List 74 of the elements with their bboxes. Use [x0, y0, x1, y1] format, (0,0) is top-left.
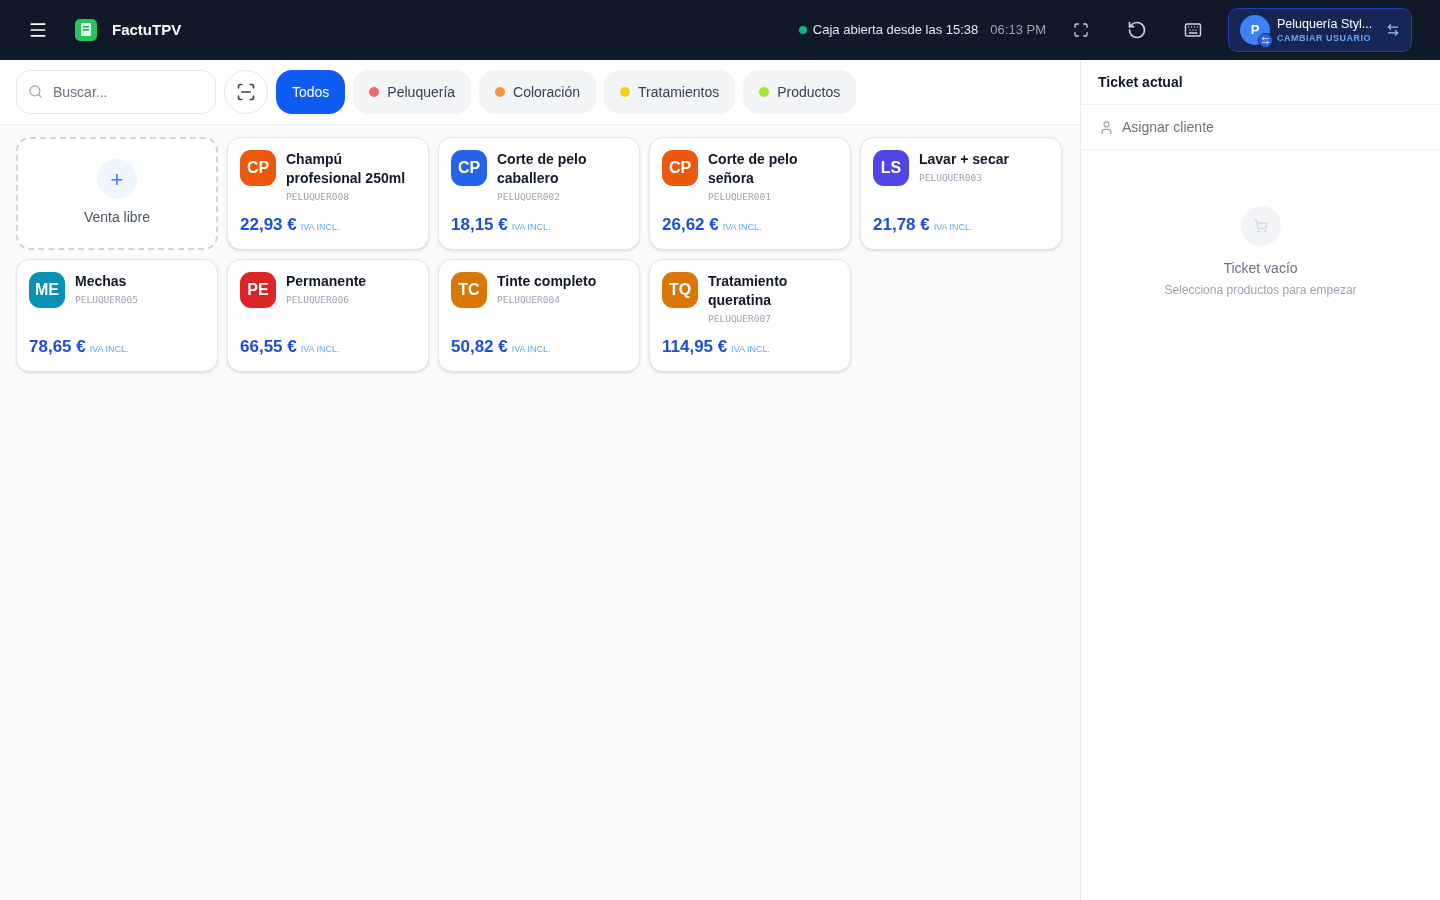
product-avatar: CP [451, 150, 487, 186]
product-code: PELUQUER003 [919, 171, 983, 185]
product-code: PELUQUER008 [286, 190, 350, 204]
product-price: 114,95 € [662, 335, 728, 358]
product-card[interactable]: CP Corte de pelo señora PELUQUER001 26,62 € IVA INCL. [649, 137, 851, 250]
empty-ticket-hint: Selecciona productos para empezar [1164, 282, 1357, 299]
empty-ticket-title: Ticket vacío [1223, 259, 1298, 278]
search-icon [28, 84, 43, 99]
product-card[interactable]: TQ Tratamiento queratina PELUQUER007 114,95 € IVA INCL. [649, 259, 851, 372]
product-name: Mechas [75, 272, 128, 291]
cart-icon [1240, 206, 1281, 246]
app-name: FactuTPV [112, 19, 182, 40]
product-price: 18,15 € [451, 213, 508, 236]
product-code: PELUQUER007 [708, 312, 772, 326]
product-code: PELUQUER002 [497, 190, 561, 204]
product-price: 50,82 € [451, 335, 508, 358]
product-name: Corte de pelo caballero [497, 150, 588, 188]
product-card[interactable]: LS Lavar + secar PELUQUER003 21,78 € IVA INCL. [860, 137, 1062, 250]
refresh-icon[interactable] [1127, 20, 1147, 40]
tax-note: IVA INCL. [731, 342, 771, 356]
ticket-title: Ticket actual [1098, 72, 1183, 92]
product-avatar: PE [240, 272, 276, 308]
product-price: 22,93 € [240, 213, 297, 236]
clock: 06:13 PM [990, 21, 1046, 40]
product-name: Lavar + secar [919, 150, 1009, 169]
product-name: Permanente [286, 272, 367, 291]
swap-icon [1386, 23, 1400, 37]
product-card[interactable]: ME Mechas PELUQUER005 78,65 € IVA INCL. [16, 259, 218, 372]
product-code: PELUQUER004 [497, 293, 561, 307]
status-text: Caja abierta desde las 15:38 [812, 21, 979, 40]
product-card[interactable]: CP Corte de pelo caballero PELUQUER002 18,15 € IVA INCL. [438, 137, 640, 250]
tax-note: IVA INCL. [933, 220, 973, 234]
product-avatar: TC [451, 272, 487, 308]
search-field[interactable]: Buscar... [16, 70, 216, 114]
category-tab[interactable]: Tratamientos [604, 70, 736, 114]
logo-icon [75, 19, 97, 41]
category-tab[interactable]: Productos [743, 70, 857, 114]
product-card[interactable]: CP Champú profesional 250ml PELUQUER008 22,93 € IVA INCL. [227, 137, 429, 250]
product-name: Tinte completo [497, 272, 597, 291]
product-name: Tratamiento queratina [708, 272, 789, 310]
user-icon [1099, 119, 1114, 135]
category-tab[interactable]: Peluquería [353, 70, 472, 114]
product-avatar: ME [29, 272, 65, 308]
product-price: 66,55 € [240, 335, 297, 358]
assign-client-button[interactable]: Asignar cliente [1081, 105, 1440, 150]
product-avatar: CP [662, 150, 698, 186]
product-avatar: CP [240, 150, 276, 186]
product-name: Champú profesional 250ml [286, 150, 407, 188]
scan-icon [236, 82, 256, 102]
product-price: 21,78 € [873, 213, 930, 236]
tax-note: IVA INCL. [511, 220, 551, 234]
product-code: PELUQUER001 [708, 190, 772, 204]
tax-note: IVA INCL. [89, 342, 129, 356]
keyboard-icon[interactable] [1184, 21, 1202, 39]
product-code: PELUQUER005 [75, 293, 138, 307]
product-price: 78,65 € [29, 335, 86, 358]
product-card[interactable]: TC Tinte completo PELUQUER004 50,82 € IVA INCL. [438, 259, 640, 372]
user-switch-button[interactable]: P Peluquería Styl... CAMBIAR USUARIO [1228, 8, 1412, 52]
free-sale-card[interactable]: + Venta libre [16, 137, 218, 250]
swap-icon [1261, 36, 1270, 45]
menu-icon[interactable] [28, 20, 48, 40]
product-avatar: TQ [662, 272, 698, 308]
product-avatar: LS [873, 150, 909, 186]
product-card[interactable]: PE Permanente PELUQUER006 66,55 € IVA INCL. [227, 259, 429, 372]
tax-note: IVA INCL. [300, 342, 340, 356]
category-tab[interactable]: Coloración [479, 70, 596, 114]
product-name: Corte de pelo señora [708, 150, 799, 188]
tax-note: IVA INCL. [300, 220, 340, 234]
category-tab[interactable]: Todos [276, 70, 346, 114]
product-code: PELUQUER006 [286, 293, 350, 307]
fullscreen-icon[interactable] [1073, 22, 1089, 38]
product-price: 26,62 € [662, 213, 719, 236]
tax-note: IVA INCL. [722, 220, 762, 234]
tax-note: IVA INCL. [511, 342, 551, 356]
